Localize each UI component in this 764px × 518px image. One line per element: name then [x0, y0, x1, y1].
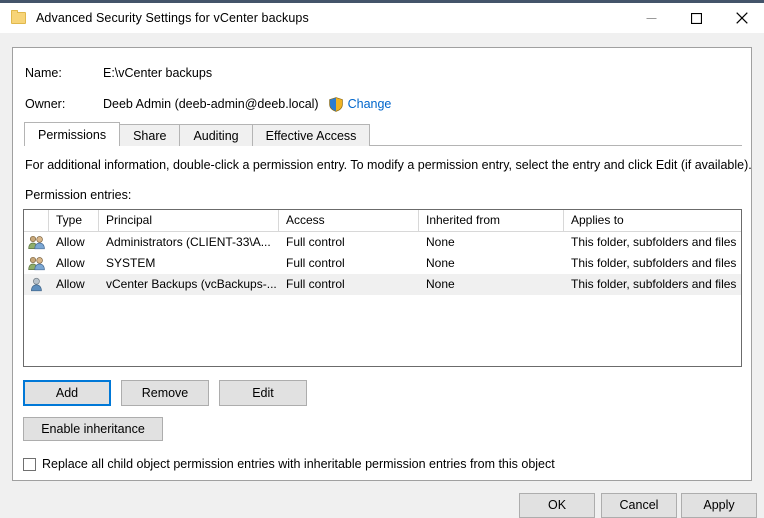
cell-principal: Administrators (CLIENT-33\A...: [99, 232, 279, 253]
column-header-access[interactable]: Access: [279, 210, 419, 231]
column-header-type[interactable]: Type: [49, 210, 99, 231]
minimize-icon[interactable]: [629, 3, 674, 33]
cell-inherited-from: None: [419, 274, 564, 295]
apply-button[interactable]: Apply: [681, 493, 757, 518]
column-header-principal[interactable]: Principal: [99, 210, 279, 231]
replace-child-permissions-checkbox[interactable]: [23, 458, 36, 471]
cell-principal: SYSTEM: [99, 253, 279, 274]
cell-applies-to: This folder, subfolders and files: [564, 253, 741, 274]
cell-access: Full control: [279, 253, 419, 274]
owner-row: Owner: Deeb Admin (deeb-admin@deeb.local…: [13, 97, 751, 112]
cell-inherited-from: None: [419, 232, 564, 253]
column-header-inherited-from[interactable]: Inherited from: [419, 210, 564, 231]
user-icon: [24, 277, 49, 292]
remove-button[interactable]: Remove: [121, 380, 209, 406]
cell-access: Full control: [279, 232, 419, 253]
cell-type: Allow: [49, 253, 99, 274]
cell-applies-to: This folder, subfolders and files: [564, 232, 741, 253]
owner-label: Owner:: [13, 98, 103, 111]
add-button[interactable]: Add: [23, 380, 111, 406]
cell-applies-to: This folder, subfolders and files: [564, 274, 741, 295]
column-header-applies-to[interactable]: Applies to: [564, 210, 741, 231]
cell-type: Allow: [49, 274, 99, 295]
uac-shield-icon: [329, 97, 343, 112]
title-bar: Advanced Security Settings for vCenter b…: [0, 3, 764, 33]
ok-button[interactable]: OK: [519, 493, 595, 518]
window-controls: [629, 3, 764, 33]
tab-share[interactable]: Share: [119, 124, 180, 146]
name-value: E:\vCenter backups: [103, 67, 212, 80]
name-row: Name: E:\vCenter backups: [13, 67, 751, 80]
tab-permissions[interactable]: Permissions: [24, 122, 120, 146]
enable-inheritance-button[interactable]: Enable inheritance: [23, 417, 163, 441]
dialog-footer: OK Cancel Apply: [0, 481, 764, 518]
cell-access: Full control: [279, 274, 419, 295]
tab-effective-access[interactable]: Effective Access: [252, 124, 371, 146]
users-group-icon: [24, 256, 49, 271]
content-panel: Name: E:\vCenter backups Owner: Deeb Adm…: [12, 47, 752, 481]
permission-entries-list[interactable]: Type Principal Access Inherited from App…: [23, 209, 742, 367]
window-title: Advanced Security Settings for vCenter b…: [36, 11, 309, 25]
tab-auditing[interactable]: Auditing: [179, 124, 252, 146]
cancel-button[interactable]: Cancel: [601, 493, 677, 518]
table-row[interactable]: Allow Administrators (CLIENT-33\A... Ful…: [24, 232, 741, 253]
permission-entries-label: Permission entries:: [25, 188, 131, 202]
owner-value: Deeb Admin (deeb-admin@deeb.local): [103, 98, 319, 111]
change-owner-link[interactable]: Change: [348, 98, 392, 111]
instructions-text: For additional information, double-click…: [25, 158, 752, 172]
table-header-row: Type Principal Access Inherited from App…: [24, 210, 741, 232]
close-icon[interactable]: [719, 3, 764, 33]
folder-icon: [11, 10, 27, 26]
column-header-icon[interactable]: [24, 210, 49, 231]
table-row[interactable]: Allow SYSTEM Full control None This fold…: [24, 253, 741, 274]
cell-principal: vCenter Backups (vcBackups-...: [99, 274, 279, 295]
advanced-security-settings-window: Advanced Security Settings for vCenter b…: [0, 0, 764, 518]
replace-child-permissions-row: Replace all child object permission entr…: [23, 457, 555, 471]
maximize-icon[interactable]: [674, 3, 719, 33]
tab-bar: Permissions Share Auditing Effective Acc…: [24, 122, 369, 146]
cell-inherited-from: None: [419, 253, 564, 274]
edit-button[interactable]: Edit: [219, 380, 307, 406]
table-row[interactable]: Allow vCenter Backups (vcBackups-... Ful…: [24, 274, 741, 295]
users-group-icon: [24, 235, 49, 250]
name-label: Name:: [13, 67, 103, 80]
replace-child-permissions-label: Replace all child object permission entr…: [42, 457, 555, 471]
cell-type: Allow: [49, 232, 99, 253]
